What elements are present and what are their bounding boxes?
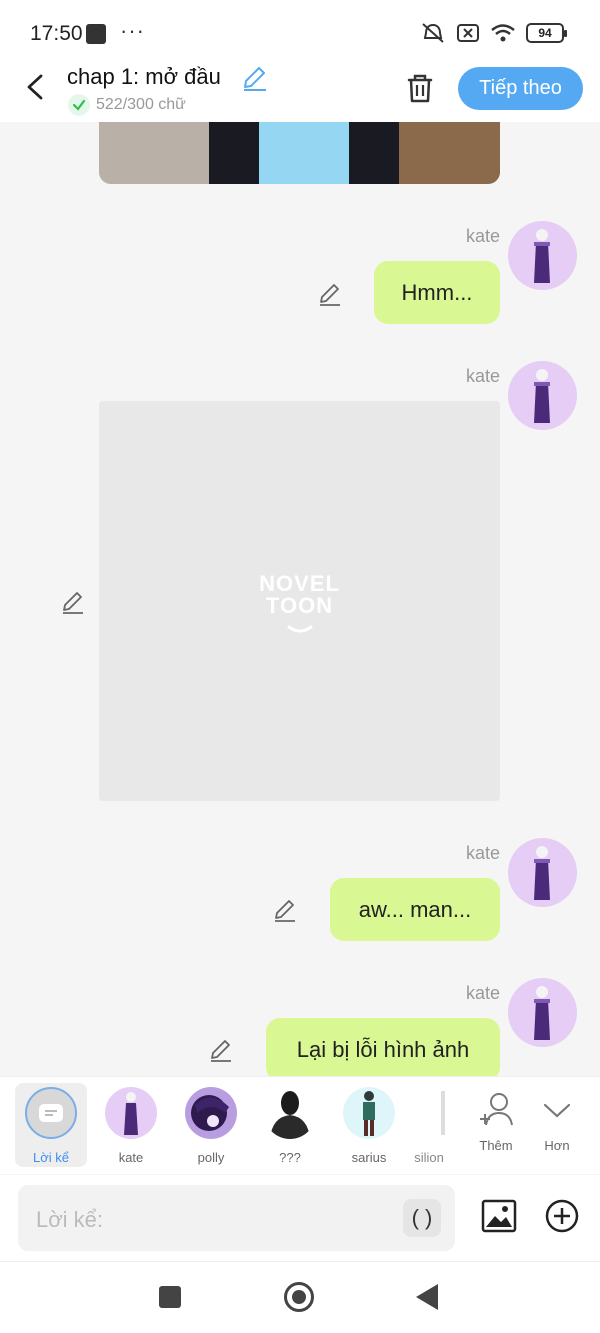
- word-count: 522/300 chữ: [68, 94, 186, 116]
- word-count-text: 522/300 chữ: [96, 96, 186, 113]
- character-label: kate: [118, 1150, 144, 1165]
- image-icon[interactable]: [481, 1198, 517, 1234]
- sender-name: kate: [465, 983, 500, 1003]
- recents-button[interactable]: [159, 1286, 181, 1308]
- status-icons: 94: [420, 22, 567, 44]
- character-narrator[interactable]: Lời kể: [15, 1083, 87, 1167]
- no-sim-icon: [457, 24, 479, 42]
- character-label: silion: [414, 1150, 444, 1165]
- avatar: [185, 1087, 237, 1139]
- avatar[interactable]: [508, 221, 577, 290]
- check-icon: [68, 94, 90, 116]
- home-button[interactable]: [284, 1282, 314, 1312]
- character-silion[interactable]: silion: [393, 1083, 465, 1167]
- notification-icon: [86, 24, 106, 44]
- chat-area[interactable]: kate Hmm... kate NOVEL TOON kate aw... m…: [0, 122, 600, 1076]
- composer: Lời kể: ( ): [0, 1175, 600, 1261]
- pencil-icon[interactable]: [317, 281, 343, 307]
- avatar[interactable]: [508, 361, 577, 430]
- edit-title-icon[interactable]: [240, 64, 268, 92]
- sender-name: kate: [465, 366, 500, 386]
- wifi-icon: [491, 24, 515, 42]
- more-notifications-icon: ···: [120, 18, 145, 43]
- add-person-icon: [480, 1093, 513, 1126]
- battery-icon: 94: [526, 23, 567, 43]
- sender-name: kate: [465, 843, 500, 863]
- message-bubble[interactable]: Hmm...: [374, 261, 500, 324]
- sender-name: kate: [465, 226, 500, 246]
- back-nav-button[interactable]: [416, 1284, 438, 1310]
- input-placeholder: Lời kể:: [36, 1207, 104, 1232]
- plus-circle-icon[interactable]: [545, 1199, 579, 1233]
- character-kate[interactable]: kate: [95, 1083, 167, 1167]
- status-time: 17:50: [30, 22, 83, 45]
- image-placeholder[interactable]: NOVEL TOON: [99, 401, 500, 801]
- character-polly[interactable]: polly: [175, 1083, 247, 1167]
- parenthesis-button[interactable]: ( ): [403, 1199, 441, 1237]
- system-nav-bar: [0, 1261, 600, 1333]
- character-label: Hơn: [544, 1138, 570, 1153]
- more-characters-button[interactable]: Hơn: [521, 1083, 593, 1167]
- pencil-icon[interactable]: [208, 1037, 234, 1063]
- mute-icon: [422, 23, 444, 43]
- character-label: Lời kể: [33, 1150, 69, 1165]
- chat-image-partial[interactable]: [99, 122, 500, 184]
- character-label: ???: [279, 1150, 301, 1165]
- narrator-icon: [25, 1087, 77, 1139]
- chevron-down-icon: [543, 1103, 571, 1118]
- character-label: polly: [197, 1150, 225, 1165]
- avatar[interactable]: [508, 838, 577, 907]
- message-input[interactable]: Lời kể: ( ): [18, 1185, 455, 1251]
- next-button[interactable]: Tiếp theo: [458, 67, 583, 110]
- pencil-icon[interactable]: [60, 589, 86, 615]
- character-unknown[interactable]: ???: [254, 1083, 326, 1167]
- character-bar: Lời kể kate polly ??? sarius silion Thêm: [0, 1076, 600, 1174]
- message-bubble[interactable]: aw... man...: [330, 878, 500, 941]
- pencil-icon[interactable]: [272, 897, 298, 923]
- chevron-left-icon: [27, 74, 43, 100]
- back-button[interactable]: [18, 70, 52, 104]
- message-bubble[interactable]: Lại bị lỗi hình ảnh: [266, 1018, 500, 1076]
- avatar: [433, 1087, 453, 1139]
- silhouette-avatar: [264, 1087, 316, 1139]
- avatar[interactable]: [508, 978, 577, 1047]
- trash-icon[interactable]: [402, 70, 438, 106]
- novel-toon-logo: NOVEL TOON: [99, 573, 500, 639]
- chapter-title: chap 1: mở đầu: [67, 64, 221, 89]
- status-bar: 17:50 ··· 94: [0, 0, 600, 60]
- avatar: [105, 1087, 157, 1139]
- avatar: [343, 1087, 395, 1139]
- header: chap 1: mở đầu 522/300 chữ Tiếp theo: [0, 60, 600, 122]
